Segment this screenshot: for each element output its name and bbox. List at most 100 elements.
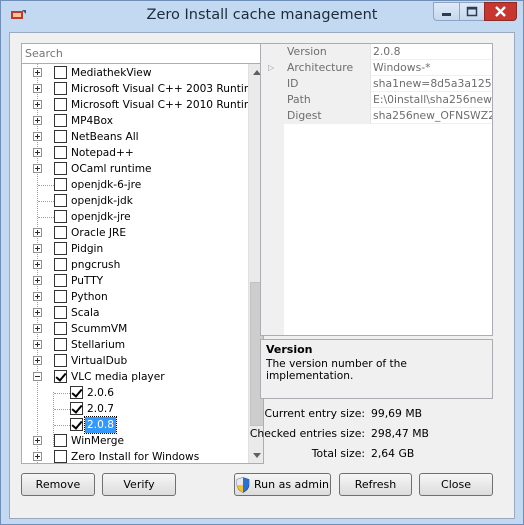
property-grid-divider[interactable] (370, 44, 371, 124)
tree-item[interactable]: Oracle JRE (22, 225, 248, 241)
maximize-button[interactable] (459, 2, 484, 21)
tree-item-checkbox[interactable] (54, 162, 67, 175)
property-value[interactable]: E:\0install\sha256new_O (371, 92, 492, 108)
tree-item-label[interactable]: 2.0.8 (84, 416, 117, 434)
tree-item-label[interactable]: 2.0.6 (85, 385, 116, 401)
tree-item-label[interactable]: Scala (69, 305, 101, 321)
tree-item-label[interactable]: NetBeans All (69, 129, 141, 145)
tree-item-label[interactable]: PuTTY (69, 273, 105, 289)
tree-item[interactable]: openjdk-6-jre (22, 177, 248, 193)
tree-item[interactable]: VirtualDub (22, 353, 248, 369)
expand-icon[interactable] (33, 132, 42, 141)
expand-icon[interactable] (33, 308, 42, 317)
tree-item-label[interactable]: MediathekView (69, 65, 153, 81)
tree-item[interactable]: VLC media player (22, 369, 248, 385)
tree-item-checkbox[interactable] (54, 98, 67, 111)
tree-item-label[interactable]: openjdk-jdk (69, 193, 135, 209)
tree-item-checkbox[interactable] (54, 354, 67, 367)
expand-icon[interactable] (33, 100, 42, 109)
property-row[interactable]: ▷ Architecture Windows-* (261, 60, 492, 76)
tree-item-checkbox[interactable] (70, 386, 83, 399)
property-value[interactable]: Windows-* (371, 60, 492, 76)
tree-item-label[interactable]: ScummVM (69, 321, 129, 337)
tree-item-checkbox[interactable] (54, 178, 67, 191)
collapse-icon[interactable] (33, 372, 42, 381)
tree-item-label[interactable]: Pidgin (69, 241, 105, 257)
tree-item[interactable]: Microsoft Visual C++ 2003 Runtimes (22, 81, 263, 97)
property-value[interactable]: sha1new=8d5a3a125806 (371, 76, 492, 92)
tree-item-checkbox[interactable] (54, 114, 67, 127)
tree-item-checkbox[interactable] (54, 450, 67, 463)
close-window-button[interactable] (484, 2, 517, 21)
expand-icon[interactable] (33, 116, 42, 125)
expand-icon[interactable] (33, 436, 42, 445)
expand-icon[interactable] (33, 356, 42, 365)
tree-item-checkbox[interactable] (54, 226, 67, 239)
tree-item-label[interactable]: VirtualDub (69, 353, 129, 369)
tree-item-checkbox[interactable] (54, 322, 67, 335)
property-row[interactable]: Digest sha256new_OFNSWZ2T (261, 108, 492, 124)
search-input[interactable] (21, 43, 264, 64)
tree-item[interactable]: pngcrush (22, 257, 248, 273)
implementation-tree[interactable]: MediathekView Microsoft Visual C++ 2003 R… (21, 64, 264, 464)
tree-item-label[interactable]: pngcrush (69, 257, 122, 273)
expand-icon[interactable] (33, 276, 42, 285)
tree-item-checkbox[interactable] (54, 146, 67, 159)
expand-icon[interactable] (33, 68, 42, 77)
expand-icon[interactable] (33, 244, 42, 253)
expand-icon[interactable] (33, 84, 42, 93)
expand-icon[interactable] (33, 228, 42, 237)
tree-item[interactable]: openjdk-jdk (22, 193, 248, 209)
tree-item-label[interactable]: OCaml runtime (69, 161, 154, 177)
property-row[interactable]: Path E:\0install\sha256new_O (261, 92, 492, 108)
tree-item[interactable]: NetBeans All (22, 129, 248, 145)
close-button[interactable]: Close (419, 473, 493, 496)
tree-item-label[interactable]: Microsoft Visual C++ 2003 Runtimes (69, 81, 263, 97)
tree-item-checkbox[interactable] (54, 82, 67, 95)
refresh-button[interactable]: Refresh (339, 473, 412, 496)
property-row[interactable]: Version 2.0.8 (261, 44, 492, 60)
tree-item-checkbox[interactable] (54, 290, 67, 303)
tree-item[interactable]: OCaml runtime (22, 161, 248, 177)
verify-button[interactable]: Verify (102, 473, 176, 496)
expand-icon[interactable] (33, 452, 42, 461)
tree-item-label[interactable]: Notepad++ (69, 145, 136, 161)
expand-icon[interactable] (33, 292, 42, 301)
tree-item-label[interactable]: WinMerge (69, 433, 126, 449)
tree-item-label[interactable]: Microsoft Visual C++ 2010 Runtimes (69, 97, 263, 113)
tree-item-label[interactable]: VLC media player (69, 369, 167, 385)
tree-item[interactable]: Scala (22, 305, 248, 321)
title-bar[interactable]: Zero Install cache management (1, 1, 523, 31)
tree-item-checkbox[interactable] (54, 306, 67, 319)
tree-item-checkbox[interactable] (54, 434, 67, 447)
tree-item-checkbox[interactable] (70, 402, 83, 415)
tree-item-checkbox[interactable] (54, 242, 67, 255)
tree-item-checkbox[interactable] (54, 194, 67, 207)
tree-item-checkbox[interactable] (54, 274, 67, 287)
expand-arrow-icon[interactable]: ▷ (268, 63, 274, 72)
tree-child-item[interactable]: 2.0.6 (22, 385, 248, 401)
tree-item[interactable]: Stellarium (22, 337, 248, 353)
expand-icon[interactable] (33, 148, 42, 157)
tree-item-label[interactable]: Stellarium (69, 337, 127, 353)
tree-item[interactable]: MP4Box (22, 113, 248, 129)
tree-item[interactable]: ScummVM (22, 321, 248, 337)
property-value[interactable]: sha256new_OFNSWZ2T (371, 108, 492, 124)
tree-item-label[interactable]: openjdk-6-jre (69, 177, 143, 193)
minimize-button[interactable] (433, 2, 459, 21)
tree-item[interactable]: MediathekView (22, 65, 248, 81)
tree-item-checkbox[interactable] (54, 258, 67, 271)
tree-item[interactable]: PuTTY (22, 273, 248, 289)
tree-item-label[interactable]: Zero Install for Windows (69, 449, 201, 463)
tree-item[interactable]: Pidgin (22, 241, 248, 257)
remove-button[interactable]: Remove (21, 473, 95, 496)
tree-item-label[interactable]: Oracle JRE (69, 225, 128, 241)
expand-icon[interactable] (33, 164, 42, 173)
tree-item-label[interactable]: openjdk-jre (69, 209, 133, 225)
tree-item-checkbox[interactable] (54, 130, 67, 143)
property-row[interactable]: IDsha1new=8d5a3a125806 (261, 76, 492, 92)
tree-item[interactable]: Notepad++ (22, 145, 248, 161)
tree-item-label[interactable]: Python (69, 289, 110, 305)
property-value[interactable]: 2.0.8 (371, 44, 492, 60)
property-grid[interactable]: Version 2.0.8 ▷ Architecture Windows-* ID sha1… (260, 43, 493, 336)
